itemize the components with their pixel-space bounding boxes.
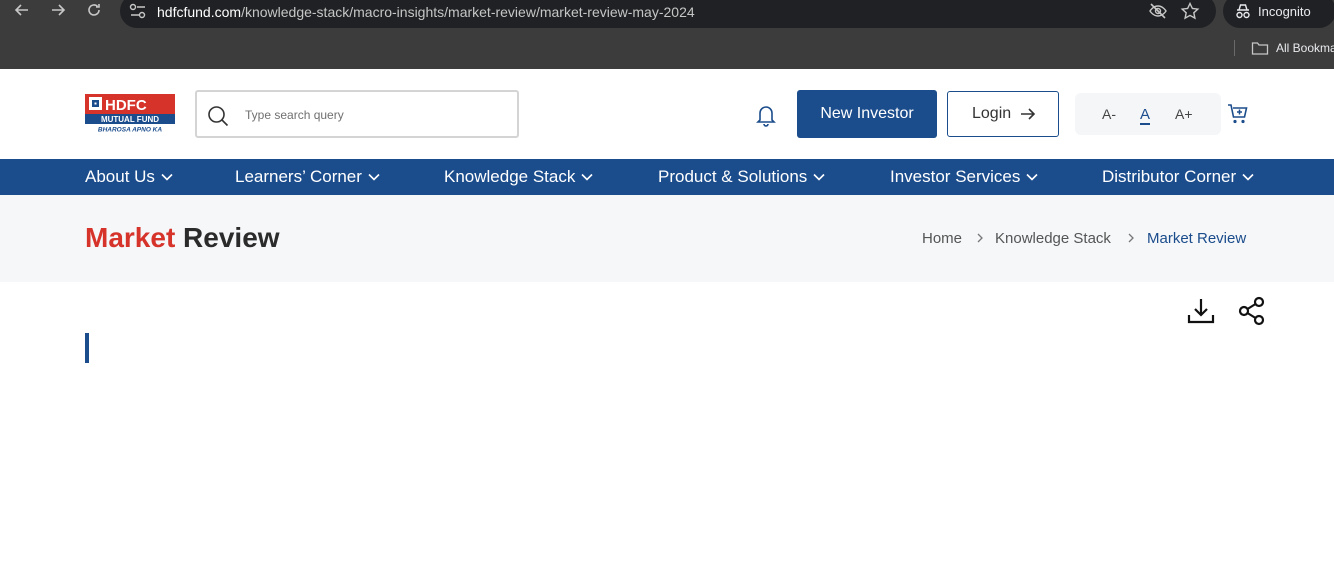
site-settings-icon[interactable] (129, 3, 147, 19)
page-title-part2: Review (183, 222, 280, 253)
share-icon[interactable] (1237, 296, 1267, 326)
bell-icon[interactable] (755, 103, 777, 127)
font-decrease-button[interactable]: A- (1102, 106, 1116, 122)
breadcrumb-knowledge-stack[interactable]: Knowledge Stack (995, 230, 1111, 247)
chevron-down-icon (581, 173, 593, 181)
nav-product-solutions[interactable]: Product & Solutions (658, 167, 825, 187)
nav-label: About Us (85, 167, 155, 186)
bookmarks-divider (1234, 40, 1235, 56)
nav-about-us[interactable]: About Us (85, 167, 173, 187)
all-bookmarks-link[interactable]: All Bookma (1276, 41, 1334, 55)
logo-tagline: BHAROSA APNO KA (98, 127, 162, 134)
font-normal-button[interactable]: A (1140, 107, 1151, 125)
logo-text-mutual-fund: MUTUAL FUND (101, 115, 159, 124)
download-icon[interactable] (1186, 296, 1216, 326)
chevron-down-icon (813, 173, 825, 181)
login-button[interactable]: Login (947, 91, 1059, 137)
url-text[interactable]: hdfcfund.com/knowledge-stack/macro-insig… (157, 4, 695, 20)
back-icon[interactable] (10, 2, 34, 22)
search-icon[interactable] (207, 105, 229, 127)
incognito-icon (1236, 4, 1250, 19)
page-title: Market Review (85, 222, 280, 254)
nav-learners-corner[interactable]: Learners’ Corner (235, 167, 380, 187)
nav-label: Knowledge Stack (444, 167, 576, 186)
nav-investor-services[interactable]: Investor Services (890, 167, 1038, 187)
chevron-down-icon (368, 173, 380, 181)
font-increase-button[interactable]: A+ (1175, 106, 1193, 122)
nav-label: Learners’ Corner (235, 167, 362, 186)
folder-icon[interactable] (1251, 40, 1269, 56)
content-accent-bar (85, 333, 89, 363)
cart-add-icon[interactable] (1227, 103, 1249, 125)
nav-label: Product & Solutions (658, 167, 808, 186)
search-input[interactable] (245, 104, 505, 126)
page-title-part1: Market (85, 222, 176, 253)
chevron-down-icon (161, 173, 173, 181)
arrow-right-icon (1021, 108, 1036, 120)
chevron-down-icon (1026, 173, 1038, 181)
eye-off-icon[interactable] (1148, 2, 1168, 20)
new-investor-button[interactable]: New Investor (797, 90, 937, 138)
hdfc-logo[interactable]: HDFC MUTUAL FUND BHAROSA APNO KA (85, 94, 175, 134)
forward-icon[interactable] (46, 2, 70, 22)
star-icon[interactable] (1180, 2, 1200, 20)
bookmarks-bar (0, 30, 1334, 69)
breadcrumb-home[interactable]: Home (922, 230, 962, 247)
reload-icon[interactable] (82, 2, 106, 22)
login-label: Login (972, 105, 1012, 122)
incognito-label: Incognito (1258, 4, 1311, 19)
search-box[interactable] (195, 90, 519, 138)
nav-label: Distributor Corner (1102, 167, 1237, 186)
nav-label: Investor Services (890, 167, 1021, 186)
chevron-right-icon (1128, 233, 1134, 243)
breadcrumb-market-review: Market Review (1147, 230, 1247, 247)
nav-knowledge-stack[interactable]: Knowledge Stack (444, 167, 593, 187)
logo-text-hdfc: HDFC (105, 97, 147, 114)
main-nav: About Us Learners’ Corner Knowledge Stac… (0, 159, 1334, 195)
chevron-right-icon (977, 233, 983, 243)
chevron-down-icon (1242, 173, 1254, 181)
nav-distributor-corner[interactable]: Distributor Corner (1102, 167, 1254, 187)
